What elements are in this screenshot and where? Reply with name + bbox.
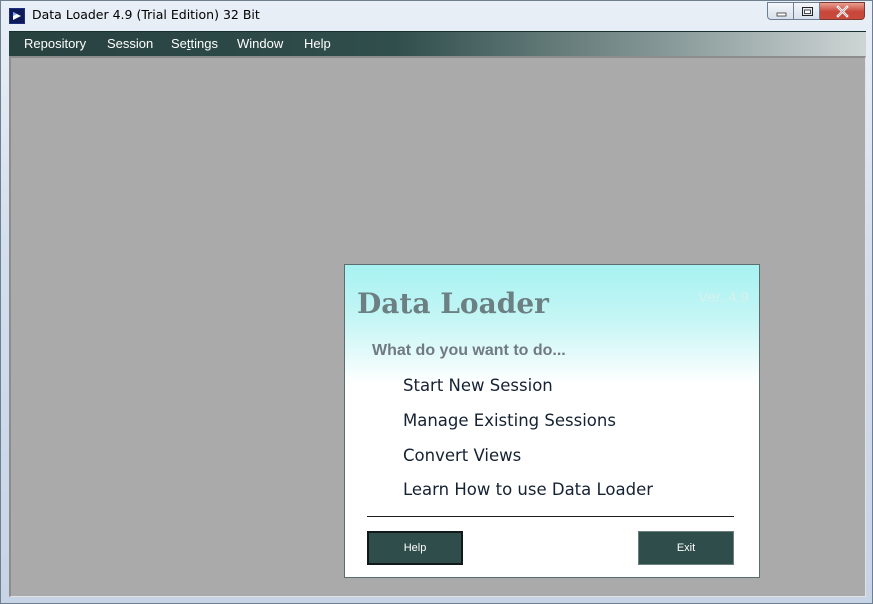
help-button[interactable]: Help: [367, 531, 463, 565]
window-title: Data Loader 4.9 (Trial Edition) 32 Bit: [32, 7, 260, 22]
maximize-icon: [802, 7, 813, 16]
menu-settings[interactable]: Settings: [171, 36, 218, 51]
option-convert-views[interactable]: Convert Views: [403, 446, 521, 465]
option-manage-existing-sessions[interactable]: Manage Existing Sessions: [403, 411, 616, 430]
help-button-label: Help: [403, 542, 427, 554]
launcher-prompt: What do you want to do...: [372, 342, 566, 359]
launcher-dialog: Data Loader Ver. 4.9 What do you want to…: [344, 264, 760, 578]
app-logo-icon: [9, 8, 25, 24]
divider: [367, 516, 734, 517]
close-icon: [836, 5, 849, 18]
option-learn-data-loader[interactable]: Learn How to use Data Loader: [403, 480, 653, 499]
version-label: Ver. 4.9: [698, 289, 749, 306]
launcher-title: Data Loader: [357, 287, 549, 320]
menu-repository[interactable]: Repository: [24, 36, 86, 51]
exit-button[interactable]: Exit: [638, 531, 734, 565]
title-bar[interactable]: Data Loader 4.9 (Trial Edition) 32 Bit: [1, 1, 872, 30]
menu-window[interactable]: Window: [237, 36, 283, 51]
exit-button-label: Exit: [676, 542, 696, 554]
menu-bar: Repository Session Settings Window Help: [9, 31, 866, 56]
close-button[interactable]: [820, 2, 865, 20]
minimize-icon: [776, 12, 787, 17]
option-start-new-session[interactable]: Start New Session: [403, 376, 553, 395]
maximize-button[interactable]: [794, 2, 820, 20]
application-window: Data Loader 4.9 (Trial Edition) 32 Bit R…: [0, 0, 873, 604]
minimize-button[interactable]: [767, 2, 794, 20]
window-controls: [767, 2, 865, 21]
menu-help[interactable]: Help: [304, 36, 331, 51]
menu-session[interactable]: Session: [107, 36, 153, 51]
